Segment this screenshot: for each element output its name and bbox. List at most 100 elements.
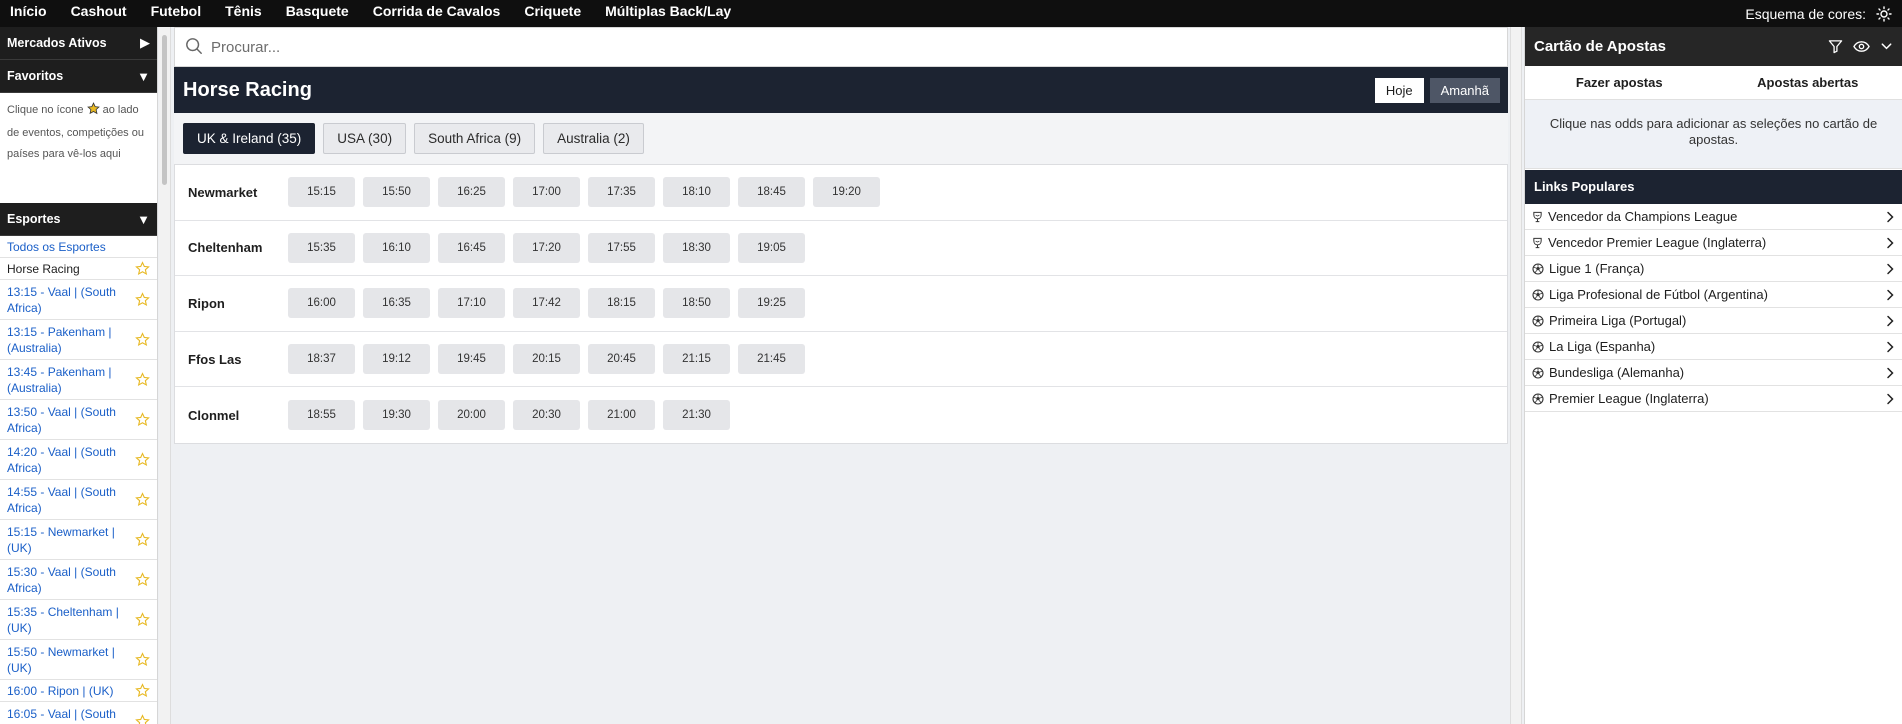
star-icon[interactable] xyxy=(135,492,150,507)
star-icon[interactable] xyxy=(135,532,150,547)
race-time-button[interactable]: 18:37 xyxy=(288,344,355,375)
race-link[interactable]: 15:30 - Vaal | (South Africa) xyxy=(7,564,122,596)
popular-link-item[interactable]: Vencedor Premier League (Inglaterra) xyxy=(1525,230,1902,256)
race-time-button[interactable]: 17:55 xyxy=(588,232,655,263)
star-icon[interactable] xyxy=(135,652,150,667)
region-tab-australia[interactable]: Australia (2) xyxy=(543,123,644,154)
eye-icon[interactable] xyxy=(1853,39,1870,54)
popular-link-item[interactable]: La Liga (Espanha) xyxy=(1525,334,1902,360)
star-icon[interactable] xyxy=(135,452,150,467)
sidebar-scrollbar[interactable] xyxy=(159,27,171,724)
tab-hoje[interactable]: Hoje xyxy=(1374,77,1424,103)
race-time-button[interactable]: 19:30 xyxy=(363,400,430,431)
race-link[interactable]: 15:35 - Cheltenham | (UK) xyxy=(7,604,122,636)
race-link[interactable]: 13:50 - Vaal | (South Africa) xyxy=(7,404,122,436)
main-scrollbar[interactable] xyxy=(1510,27,1522,724)
star-icon[interactable] xyxy=(135,714,150,724)
nav-criquete[interactable]: Criquete xyxy=(512,0,593,27)
race-link[interactable]: 13:45 - Pakenham | (Australia) xyxy=(7,364,122,396)
race-link[interactable]: 15:50 - Newmarket | (UK) xyxy=(7,644,122,676)
popular-link-item[interactable]: Ligue 1 (França) xyxy=(1525,256,1902,282)
race-link[interactable]: 15:15 - Newmarket | (UK) xyxy=(7,524,122,556)
region-tab-usa[interactable]: USA (30) xyxy=(323,123,407,154)
race-time-button[interactable]: 18:15 xyxy=(588,288,655,319)
race-time-button[interactable]: 20:00 xyxy=(438,400,505,431)
star-icon[interactable] xyxy=(135,572,150,587)
sidebar-race-item[interactable]: 14:20 - Vaal | (South Africa) xyxy=(0,440,157,480)
star-icon[interactable] xyxy=(135,412,150,427)
race-time-button[interactable]: 19:20 xyxy=(813,177,880,208)
race-link[interactable]: 13:15 - Pakenham | (Australia) xyxy=(7,324,122,356)
popular-link-item[interactable]: Liga Profesional de Fútbol (Argentina) xyxy=(1525,282,1902,308)
star-icon[interactable] xyxy=(135,683,150,698)
race-time-button[interactable]: 21:30 xyxy=(663,400,730,431)
star-icon[interactable] xyxy=(135,292,150,307)
sidebar-race-item[interactable]: 15:50 - Newmarket | (UK) xyxy=(0,640,157,680)
sidebar-race-item[interactable]: 13:50 - Vaal | (South Africa) xyxy=(0,400,157,440)
sidebar-race-item[interactable]: 13:15 - Vaal | (South Africa) xyxy=(0,280,157,320)
race-time-button[interactable]: 17:10 xyxy=(438,288,505,319)
race-time-button[interactable]: 17:42 xyxy=(513,288,580,319)
race-time-button[interactable]: 17:20 xyxy=(513,232,580,263)
active-markets-header[interactable]: Mercados Ativos ▶ xyxy=(0,27,157,60)
race-time-button[interactable]: 21:45 xyxy=(738,344,805,375)
nav-corrida-de-cavalos[interactable]: Corrida de Cavalos xyxy=(361,0,513,27)
race-link[interactable]: 16:00 - Ripon | (UK) xyxy=(7,683,114,699)
nav-futebol[interactable]: Futebol xyxy=(139,0,214,27)
race-time-button[interactable]: 16:35 xyxy=(363,288,430,319)
search-input[interactable] xyxy=(211,38,1411,56)
race-time-button[interactable]: 19:25 xyxy=(738,288,805,319)
sidebar-race-item[interactable]: 13:15 - Pakenham | (Australia) xyxy=(0,320,157,360)
race-time-button[interactable]: 18:30 xyxy=(663,232,730,263)
popular-link-item[interactable]: Vencedor da Champions League xyxy=(1525,204,1902,230)
race-time-button[interactable]: 18:45 xyxy=(738,177,805,208)
sidebar-race-item[interactable]: 15:15 - Newmarket | (UK) xyxy=(0,520,157,560)
race-time-button[interactable]: 19:12 xyxy=(363,344,430,375)
favorites-header[interactable]: Favoritos ▼ xyxy=(0,60,157,93)
race-link[interactable]: 14:20 - Vaal | (South Africa) xyxy=(7,444,122,476)
nav-inicio[interactable]: Início xyxy=(0,0,59,27)
sun-icon[interactable] xyxy=(1876,3,1892,25)
popular-link-item[interactable]: Bundesliga (Alemanha) xyxy=(1525,360,1902,386)
race-time-button[interactable]: 21:15 xyxy=(663,344,730,375)
race-link[interactable]: 16:05 - Vaal | (South Africa) xyxy=(7,706,122,724)
race-time-button[interactable]: 17:35 xyxy=(588,177,655,208)
race-time-button[interactable]: 19:05 xyxy=(738,232,805,263)
race-time-button[interactable]: 20:45 xyxy=(588,344,655,375)
sidebar-race-item[interactable]: 15:30 - Vaal | (South Africa) xyxy=(0,560,157,600)
nav-multiplas-back-lay[interactable]: Múltiplas Back/Lay xyxy=(593,0,743,27)
race-link[interactable]: 13:15 - Vaal | (South Africa) xyxy=(7,284,122,316)
sidebar-race-item[interactable]: 14:55 - Vaal | (South Africa) xyxy=(0,480,157,520)
race-time-button[interactable]: 19:45 xyxy=(438,344,505,375)
race-link[interactable]: 14:55 - Vaal | (South Africa) xyxy=(7,484,122,516)
sidebar-race-item[interactable]: 15:35 - Cheltenham | (UK) xyxy=(0,600,157,640)
race-time-button[interactable]: 15:50 xyxy=(363,177,430,208)
sidebar-item-horse-racing[interactable]: Horse Racing xyxy=(0,258,157,280)
popular-link-item[interactable]: Premier League (Inglaterra) xyxy=(1525,386,1902,412)
star-icon[interactable] xyxy=(135,332,150,347)
race-time-button[interactable]: 20:15 xyxy=(513,344,580,375)
chevron-down-icon[interactable] xyxy=(1880,40,1893,53)
tab-fazer-apostas[interactable]: Fazer apostas xyxy=(1525,66,1714,99)
race-time-button[interactable]: 15:35 xyxy=(288,232,355,263)
sidebar-race-item[interactable]: 16:05 - Vaal | (South Africa) xyxy=(0,702,157,724)
region-tab-south-africa[interactable]: South Africa (9) xyxy=(414,123,536,154)
race-time-button[interactable]: 16:00 xyxy=(288,288,355,319)
sidebar-race-item[interactable]: 13:45 - Pakenham | (Australia) xyxy=(0,360,157,400)
race-time-button[interactable]: 18:50 xyxy=(663,288,730,319)
race-time-button[interactable]: 16:45 xyxy=(438,232,505,263)
star-icon[interactable] xyxy=(135,372,150,387)
nav-tenis[interactable]: Tênis xyxy=(213,0,274,27)
star-icon[interactable] xyxy=(135,261,150,276)
tab-apostas-abertas[interactable]: Apostas abertas xyxy=(1714,66,1902,99)
race-time-button[interactable]: 18:10 xyxy=(663,177,730,208)
race-time-button[interactable]: 18:55 xyxy=(288,400,355,431)
race-time-button[interactable]: 17:00 xyxy=(513,177,580,208)
race-time-button[interactable]: 20:30 xyxy=(513,400,580,431)
star-icon[interactable] xyxy=(135,612,150,627)
tab-amanha[interactable]: Amanhã xyxy=(1429,77,1500,103)
popular-link-item[interactable]: Primeira Liga (Portugal) xyxy=(1525,308,1902,334)
region-tab-uk-ireland[interactable]: UK & Ireland (35) xyxy=(183,123,316,154)
race-time-button[interactable]: 16:25 xyxy=(438,177,505,208)
race-time-button[interactable]: 15:15 xyxy=(288,177,355,208)
